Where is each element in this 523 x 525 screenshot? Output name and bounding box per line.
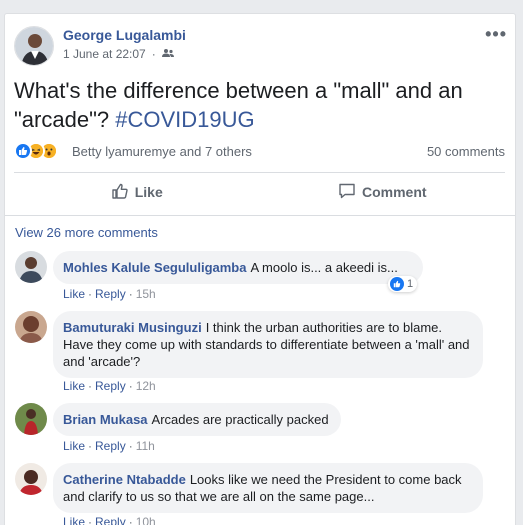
sep-dot: · [128,379,133,393]
comment-button-label: Comment [361,184,427,200]
sep-dot: · [128,515,133,525]
post-header: George Lugalambi 1 June at 22:07 · ••• [14,24,507,68]
commenter-avatar[interactable] [15,311,47,343]
view-more-comments-link[interactable]: View 26 more comments [15,225,158,240]
comment-item: Bamuturaki Musinguzi I think the urban au… [15,311,505,393]
divider [5,215,515,216]
reactions-summary: Betty lyamuremye and 7 others 50 comment… [14,142,505,162]
comment-bubble: Bamuturaki Musinguzi I think the urban au… [53,311,483,378]
comment-reply-link[interactable]: Reply [95,287,126,301]
comment-reply-link[interactable]: Reply [95,439,126,453]
like-button[interactable]: Like [14,174,260,210]
sep-dot: · [88,515,93,525]
like-reaction-icon [390,277,404,291]
comment-timestamp[interactable]: 10h [136,515,156,525]
friends-icon[interactable] [161,47,174,61]
commenter-name[interactable]: Brian Mukasa [63,412,148,427]
like-reaction-icon [14,142,32,160]
comment-reactions[interactable]: 1 [388,276,418,292]
comment-item: Mohles Kalule Segululigamba A moolo is...… [15,251,505,301]
author-avatar[interactable] [14,26,54,66]
sep-dot: · [88,379,93,393]
commenter-name[interactable]: Bamuturaki Musinguzi [63,320,202,335]
comment-timestamp[interactable]: 15h [136,287,156,301]
comment-button[interactable]: Comment [260,174,506,210]
commenter-avatar[interactable] [15,463,47,495]
comment-timestamp[interactable]: 12h [136,379,156,393]
comment-reaction-count: 1 [407,278,414,290]
comment-like-link[interactable]: Like [63,287,85,301]
comment-actions: Like · Reply · 11h [63,439,155,453]
sep-dot: · [88,439,93,453]
comment-item: Brian Mukasa Arcades are practically pack… [15,403,505,453]
comment-reply-link[interactable]: Reply [95,515,126,525]
post-text: What's the difference between a "mall" a… [14,76,509,134]
commenter-avatar[interactable] [15,403,47,435]
sep-dot: · [128,439,133,453]
thumbs-up-icon [111,182,129,203]
post-timestamp[interactable]: 1 June at 22:07 [63,47,146,61]
reaction-names[interactable]: Betty lyamuremye and 7 others [72,144,252,159]
comment-reply-link[interactable]: Reply [95,379,126,393]
comment-item: Catherine Ntabadde Looks like we need the… [15,463,505,525]
comment-actions: Like · Reply · 15h [63,287,156,301]
comment-like-link[interactable]: Like [63,379,85,393]
post-card: George Lugalambi 1 June at 22:07 · ••• W… [4,13,516,525]
comment-bubble: Brian Mukasa Arcades are practically pack… [53,403,341,436]
comments-count[interactable]: 50 comments [427,144,505,159]
comment-like-link[interactable]: Like [63,439,85,453]
comment-like-link[interactable]: Like [63,515,85,525]
commenter-name[interactable]: Mohles Kalule Segululigamba [63,260,246,275]
post-meta: 1 June at 22:07 · [63,47,174,61]
commenter-avatar[interactable] [15,251,47,283]
post-actions: Like Comment [14,174,505,210]
comment-bubble: Catherine Ntabadde Looks like we need the… [53,463,483,513]
sep-dot: · [88,287,93,301]
comment-timestamp[interactable]: 11h [136,439,155,453]
comment-text: Arcades are practically packed [151,412,329,427]
comment-text: A moolo is... a akeedi is... [250,260,398,275]
comment-bubble: Mohles Kalule Segululigamba A moolo is...… [53,251,423,284]
sep-dot: · [128,287,133,301]
comment-actions: Like · Reply · 10h [63,515,156,525]
speech-bubble-icon [338,182,356,203]
post-author-name[interactable]: George Lugalambi [63,27,186,43]
post-hashtag[interactable]: #COVID19UG [115,107,254,132]
divider [14,172,505,173]
comment-actions: Like · Reply · 12h [63,379,156,393]
reaction-icons[interactable] [14,142,58,160]
more-options-icon[interactable]: ••• [485,24,507,45]
sep-dot: · [151,47,156,61]
commenter-name[interactable]: Catherine Ntabadde [63,472,186,487]
like-button-label: Like [134,184,163,200]
